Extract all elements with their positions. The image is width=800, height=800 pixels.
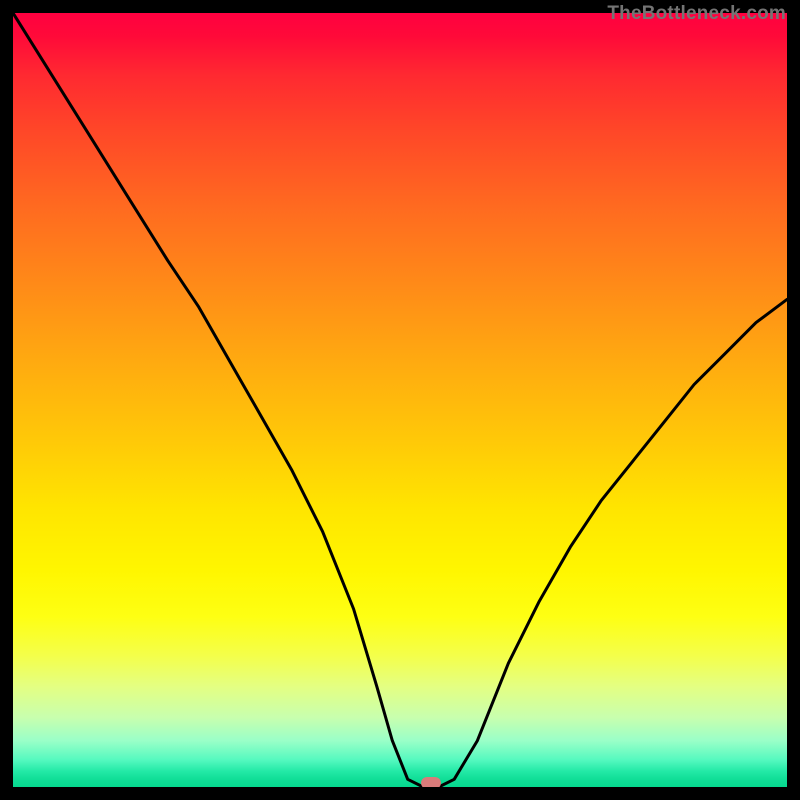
chart-container: TheBottleneck.com	[0, 0, 800, 800]
optimal-point-marker	[421, 777, 441, 787]
bottleneck-curve	[13, 13, 787, 787]
plot-area	[13, 13, 787, 787]
watermark-text: TheBottleneck.com	[607, 3, 786, 25]
curve-layer	[13, 13, 787, 787]
